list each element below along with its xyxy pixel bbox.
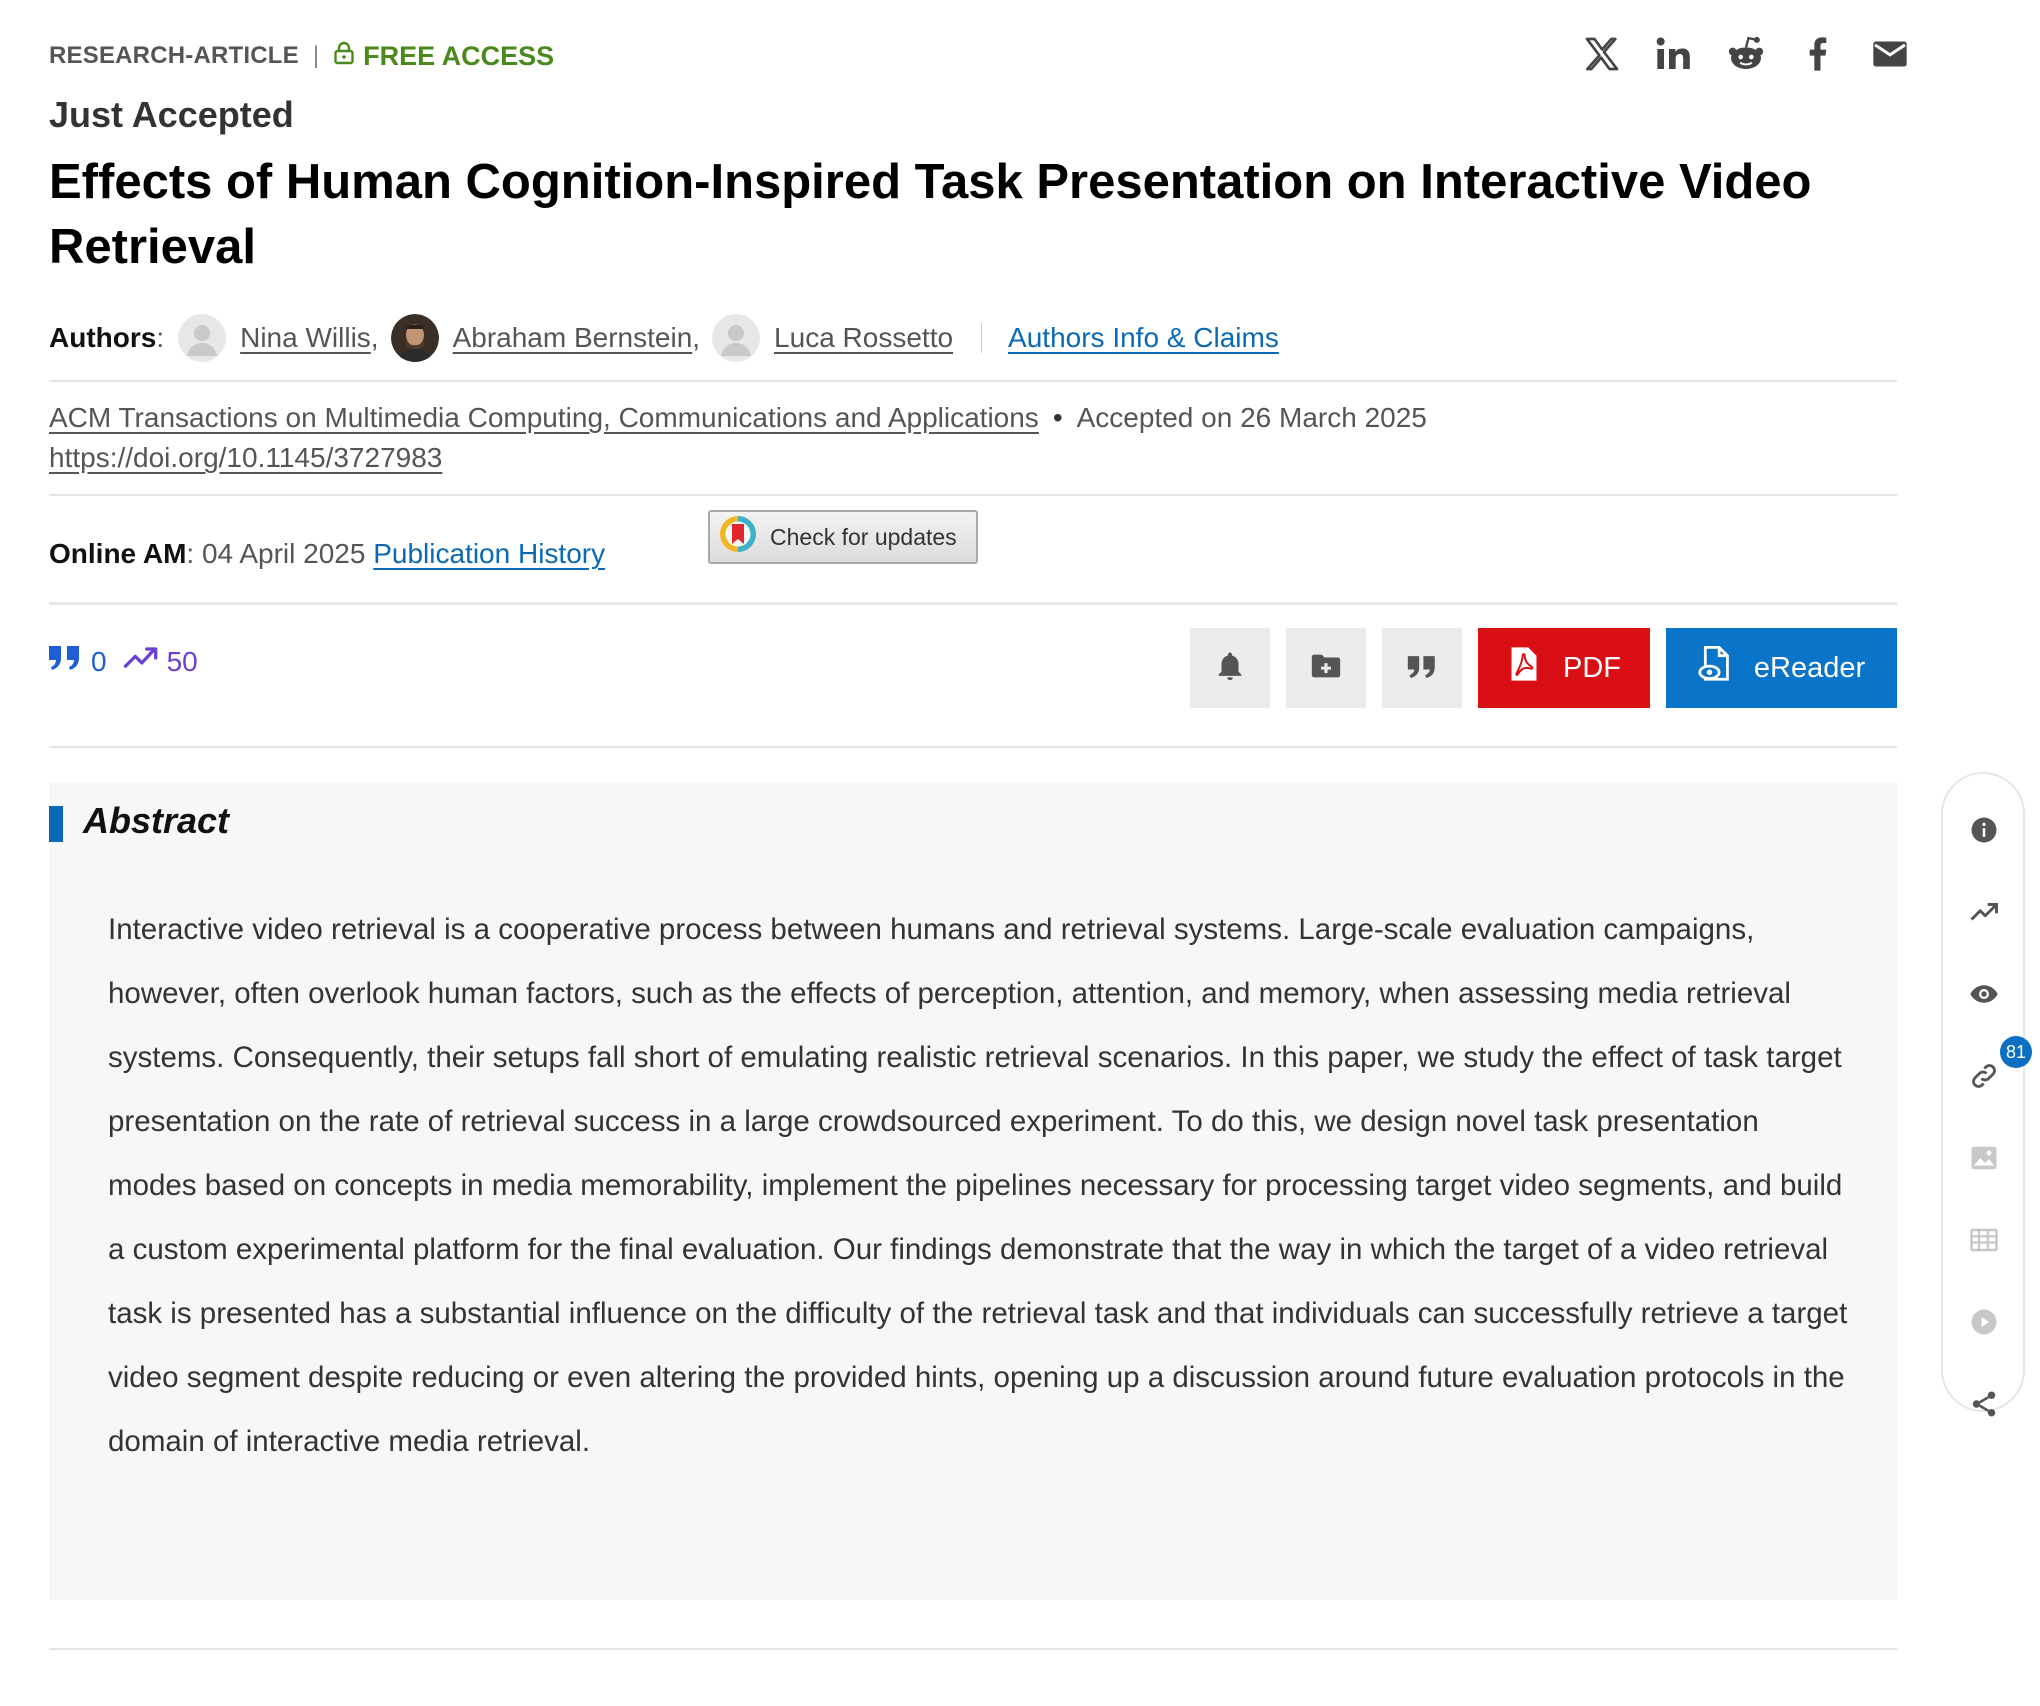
- facebook-icon[interactable]: [1796, 30, 1840, 78]
- check-updates-label: Check for updates: [770, 523, 957, 550]
- info-icon[interactable]: [1964, 810, 2004, 850]
- divider: [49, 380, 1897, 382]
- cite-button[interactable]: [1382, 628, 1462, 708]
- references-link-icon[interactable]: 81: [1964, 1036, 2032, 1096]
- author-item[interactable]: Luca Rossetto: [712, 314, 953, 362]
- play-icon[interactable]: [1964, 1302, 2004, 1342]
- email-icon[interactable]: [1868, 30, 1912, 78]
- author-name[interactable]: Nina Willis: [240, 322, 371, 354]
- alert-button[interactable]: [1190, 628, 1270, 708]
- free-access-badge: FREE ACCESS: [333, 41, 554, 72]
- linkedin-icon[interactable]: [1652, 30, 1696, 78]
- eye-icon[interactable]: [1964, 974, 2004, 1014]
- abstract-text: Interactive video retrieval is a coopera…: [108, 913, 1848, 1458]
- meta-separator: |: [312, 42, 320, 69]
- divider: [49, 746, 1897, 748]
- ereader-label: eReader: [1753, 651, 1866, 684]
- pdf-file-icon: [1507, 646, 1541, 690]
- pdf-label: PDF: [1563, 651, 1621, 684]
- online-label: Online AM: [49, 538, 187, 569]
- abstract-heading: Abstract: [83, 800, 230, 841]
- author-item[interactable]: Abraham Bernstein,: [390, 314, 700, 362]
- authors-label: Authors: [49, 322, 157, 353]
- authors-info-link[interactable]: Authors Info & Claims: [1008, 322, 1279, 354]
- metrics-icon[interactable]: [1964, 892, 2004, 932]
- reddit-icon[interactable]: [1724, 30, 1768, 78]
- table-icon[interactable]: [1964, 1220, 2004, 1260]
- article-type: RESEARCH-ARTICLE: [49, 42, 299, 69]
- citations-count: 0: [91, 645, 107, 677]
- quote-icon: [47, 642, 83, 681]
- article-meta-row: RESEARCH-ARTICLE | FREE ACCESS: [49, 38, 554, 74]
- lock-icon: [333, 41, 355, 72]
- divider: [981, 323, 983, 353]
- abstract-accent-bar: [49, 806, 63, 842]
- side-navigation-rail: 81: [1941, 772, 2032, 1417]
- trending-icon: [123, 642, 159, 681]
- quote-icon: [1405, 649, 1439, 688]
- article-title: Effects of Human Cognition-Inspired Task…: [49, 155, 1812, 274]
- add-to-binder-button[interactable]: [1286, 628, 1366, 708]
- folder-plus-icon: [1309, 649, 1343, 688]
- publication-history-link[interactable]: Publication History: [373, 538, 605, 569]
- author-item[interactable]: Nina Willis,: [178, 314, 379, 362]
- references-count-badge: 81: [2000, 1036, 2032, 1068]
- crossmark-icon: [718, 514, 758, 560]
- downloads-count: 50: [166, 645, 198, 677]
- avatar: [390, 314, 439, 362]
- doi-link[interactable]: https://doi.org/10.1145/3727983: [49, 442, 442, 473]
- citations-metric[interactable]: 0: [47, 642, 107, 681]
- divider: [49, 1648, 1897, 1650]
- journal-row: ACM Transactions on Multimedia Computing…: [49, 398, 1427, 438]
- ereader-icon: [1698, 646, 1732, 690]
- authors-row: Authors : Nina Willis, Abraham Bernstein…: [49, 312, 1279, 364]
- bell-icon: [1213, 649, 1247, 688]
- bullet: •: [1052, 402, 1063, 433]
- avatar: [712, 314, 761, 362]
- online-date: : 04 April 2025: [186, 538, 374, 569]
- free-access-label: FREE ACCESS: [363, 40, 555, 71]
- divider: [49, 602, 1897, 605]
- ereader-button[interactable]: eReader: [1666, 628, 1897, 708]
- accepted-date: Accepted on 26 March 2025: [1076, 402, 1427, 433]
- author-name[interactable]: Abraham Bernstein: [453, 322, 693, 354]
- authors-colon: :: [156, 322, 165, 353]
- share-bar: [1580, 30, 1912, 78]
- doi-row: https://doi.org/10.1145/3727983: [49, 438, 442, 478]
- x-icon[interactable]: [1580, 30, 1624, 78]
- publication-status: Just Accepted: [49, 94, 294, 135]
- divider: [49, 494, 1897, 496]
- check-for-updates-button[interactable]: Check for updates: [708, 510, 978, 564]
- share-icon[interactable]: [1964, 1384, 2004, 1424]
- author-name[interactable]: Luca Rossetto: [774, 322, 953, 354]
- online-row: Online AM: 04 April 2025 Publication His…: [49, 534, 605, 574]
- journal-link[interactable]: ACM Transactions on Multimedia Computing…: [49, 402, 1039, 433]
- downloads-metric[interactable]: 50: [123, 642, 198, 681]
- image-icon[interactable]: [1964, 1138, 2004, 1178]
- avatar: [178, 314, 227, 362]
- pdf-button[interactable]: PDF: [1478, 628, 1650, 708]
- metrics-bar: 0 50: [47, 642, 214, 681]
